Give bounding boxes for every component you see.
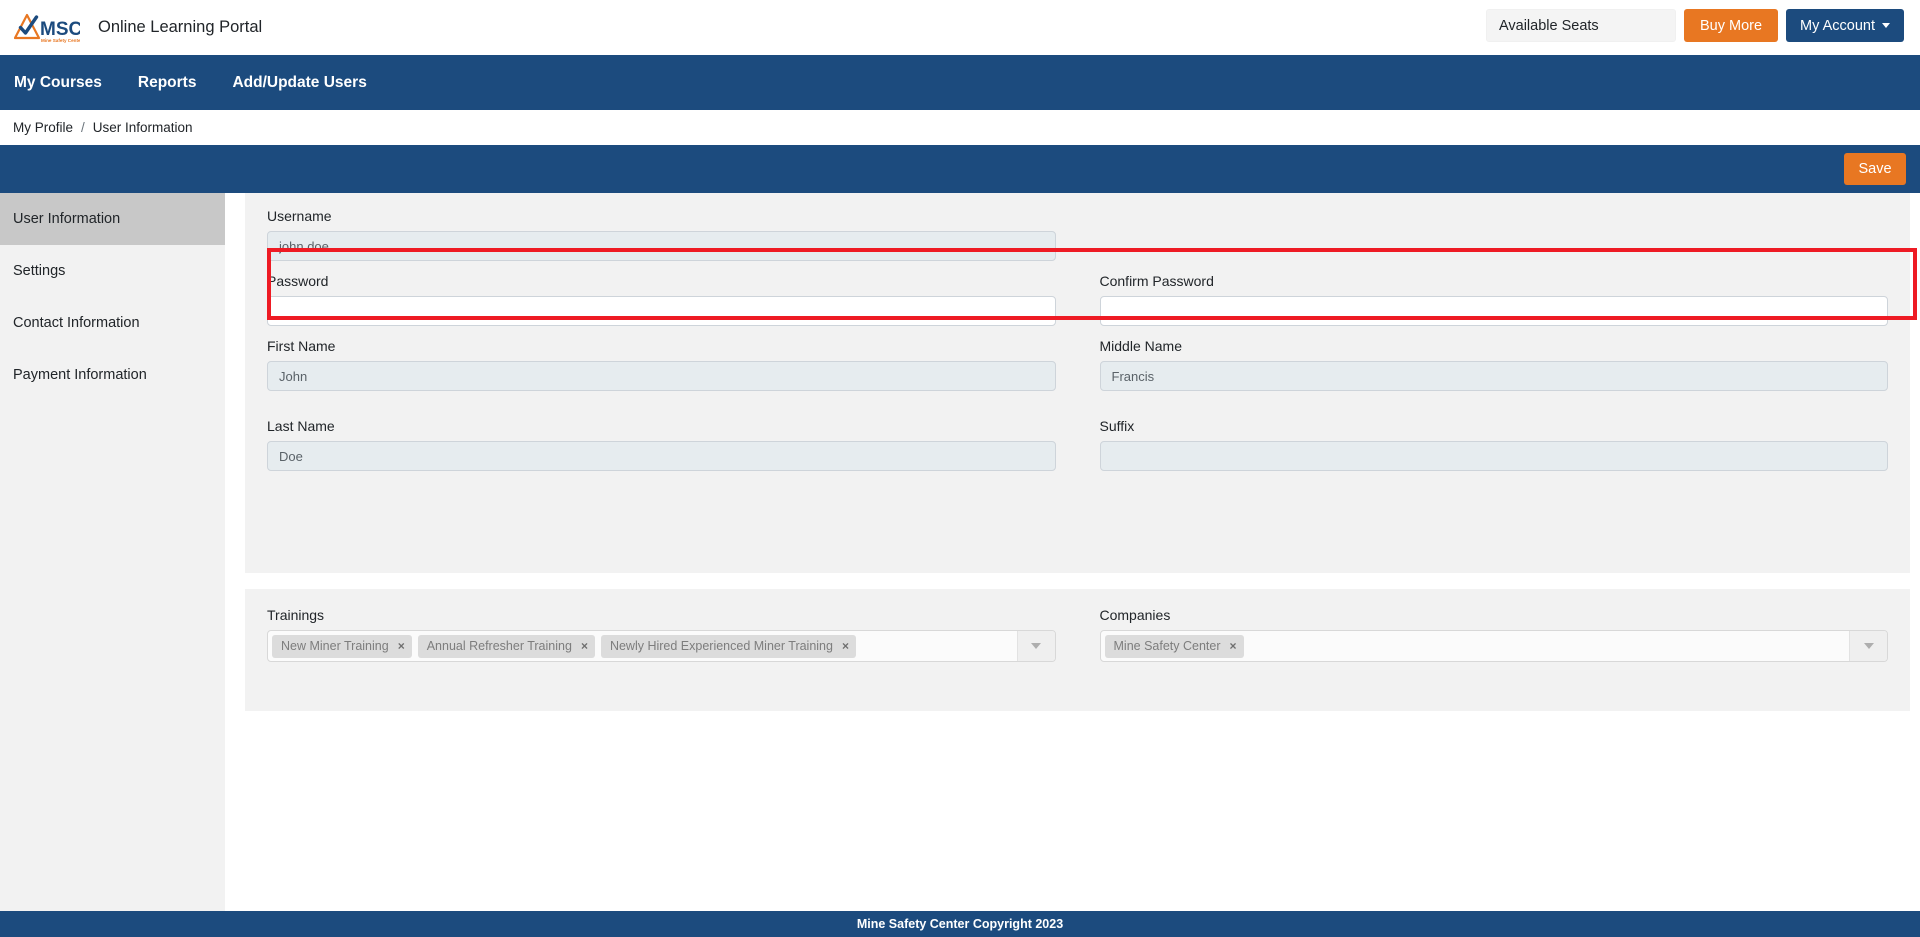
form-row-first-middle-name: First Name Middle Name: [245, 338, 1910, 391]
available-seats-field[interactable]: Available Seats: [1485, 9, 1676, 42]
remove-tag-icon[interactable]: ×: [842, 640, 849, 652]
app-title: Online Learning Portal: [98, 18, 263, 36]
footer: Mine Safety Center Copyright 2023: [0, 911, 1920, 937]
form-row-username: Username: [245, 208, 1910, 261]
my-account-button[interactable]: My Account: [1786, 9, 1904, 42]
user-information-panel: Username Password Confirm Password: [245, 193, 1917, 573]
sidebar: User Information Settings Contact Inform…: [0, 193, 225, 918]
suffix-label: Suffix: [1099, 418, 1135, 434]
middle-name-input[interactable]: [1099, 361, 1888, 391]
last-name-input[interactable]: [267, 441, 1056, 471]
sidebar-item-label: Settings: [13, 263, 66, 279]
confirm-password-label: Confirm Password: [1099, 273, 1214, 289]
tag-label: Mine Safety Center: [1113, 639, 1221, 653]
breadcrumb-my-profile[interactable]: My Profile: [13, 120, 73, 135]
field-group-username: Username: [245, 208, 1078, 261]
tag-label: New Miner Training: [281, 639, 389, 653]
breadcrumb: My Profile / User Information: [0, 110, 1920, 145]
field-group-last-name: Last Name: [245, 418, 1078, 471]
username-input[interactable]: [267, 231, 1056, 261]
available-seats-label: Available Seats: [1498, 17, 1599, 34]
buy-more-button[interactable]: Buy More: [1683, 9, 1779, 42]
trainings-dropdown-toggle[interactable]: [1016, 631, 1055, 661]
chevron-down-icon: [1863, 643, 1874, 649]
field-group-first-name: First Name: [245, 338, 1078, 391]
middle-name-label: Middle Name: [1099, 338, 1182, 354]
field-group-password: Password: [245, 273, 1078, 326]
sidebar-item-payment-information[interactable]: Payment Information: [0, 349, 225, 401]
suffix-input[interactable]: [1099, 441, 1888, 471]
trainings-tag[interactable]: New Miner Training ×: [272, 634, 412, 658]
sidebar-item-label: Payment Information: [13, 367, 147, 383]
companies-multiselect[interactable]: Mine Safety Center ×: [1099, 630, 1888, 662]
field-group-middle-name: Middle Name: [1078, 338, 1911, 391]
first-name-label: First Name: [267, 338, 336, 354]
confirm-password-input[interactable]: [1099, 296, 1888, 326]
trainings-label: Trainings: [267, 607, 325, 623]
field-group-trainings: Trainings New Miner Training × Annual Re…: [245, 607, 1078, 662]
brand-block[interactable]: MSC Mine Safety Center Online Learning P…: [13, 11, 263, 45]
field-group-companies: Companies Mine Safety Center ×: [1078, 607, 1911, 662]
nav-item-add-update-users[interactable]: Add/Update Users: [232, 74, 366, 92]
field-group-suffix: Suffix: [1078, 418, 1911, 471]
sidebar-item-user-information[interactable]: User Information: [0, 193, 225, 245]
main-navigation: My Courses Reports Add/Update Users: [0, 55, 1920, 110]
form-row-password: Password Confirm Password: [245, 273, 1910, 326]
sidebar-item-settings[interactable]: Settings: [0, 245, 225, 297]
nav-item-reports[interactable]: Reports: [138, 74, 197, 92]
svg-text:MSC: MSC: [40, 19, 80, 40]
chevron-down-icon: [1031, 643, 1041, 649]
field-group-empty-1: [1078, 208, 1911, 261]
trainings-tag[interactable]: Newly Hired Experienced Miner Training ×: [600, 634, 856, 658]
remove-tag-icon[interactable]: ×: [398, 640, 405, 652]
msc-triangle-check-logo-icon: MSC Mine Safety Center: [13, 11, 83, 45]
sidebar-item-label: Contact Information: [13, 315, 140, 331]
first-name-input[interactable]: [267, 361, 1056, 391]
my-account-label: My Account: [1800, 17, 1875, 34]
associations-panel: Trainings New Miner Training × Annual Re…: [245, 589, 1910, 711]
sidebar-item-contact-information[interactable]: Contact Information: [0, 297, 225, 349]
trainings-multiselect[interactable]: New Miner Training × Annual Refresher Tr…: [267, 630, 1056, 662]
form-row-associations: Trainings New Miner Training × Annual Re…: [245, 607, 1910, 662]
tag-label: Annual Refresher Training: [426, 639, 572, 653]
remove-tag-icon[interactable]: ×: [581, 640, 588, 652]
password-label: Password: [267, 273, 329, 289]
sidebar-item-label: User Information: [13, 211, 121, 227]
chevron-down-icon: [1882, 23, 1890, 28]
trainings-tag[interactable]: Annual Refresher Training ×: [417, 634, 595, 658]
companies-tag[interactable]: Mine Safety Center ×: [1104, 634, 1244, 658]
action-bar: Save: [0, 145, 1920, 193]
field-group-confirm-password: Confirm Password: [1078, 273, 1911, 326]
companies-label: Companies: [1099, 607, 1171, 623]
breadcrumb-user-information: User Information: [92, 120, 193, 135]
main-content: Username Password Confirm Password: [225, 193, 1920, 918]
companies-dropdown-toggle[interactable]: [1849, 631, 1887, 661]
last-name-label: Last Name: [267, 418, 335, 434]
form-row-last-name-suffix: Last Name Suffix: [245, 418, 1910, 471]
tag-label: Newly Hired Experienced Miner Training: [609, 639, 833, 653]
remove-tag-icon[interactable]: ×: [1230, 640, 1237, 652]
top-header: MSC Mine Safety Center Online Learning P…: [0, 0, 1920, 55]
nav-item-my-courses[interactable]: My Courses: [14, 74, 102, 92]
username-label: Username: [267, 208, 332, 224]
save-button[interactable]: Save: [1844, 153, 1906, 185]
breadcrumb-separator: /: [81, 120, 85, 135]
header-actions: Available Seats Buy More My Account: [1485, 9, 1904, 42]
password-input[interactable]: [267, 296, 1056, 326]
app-root: MSC Mine Safety Center Online Learning P…: [0, 0, 1920, 937]
svg-text:Mine Safety Center: Mine Safety Center: [41, 38, 80, 43]
footer-copyright-text: Mine Safety Center Copyright 2023: [856, 917, 1064, 931]
